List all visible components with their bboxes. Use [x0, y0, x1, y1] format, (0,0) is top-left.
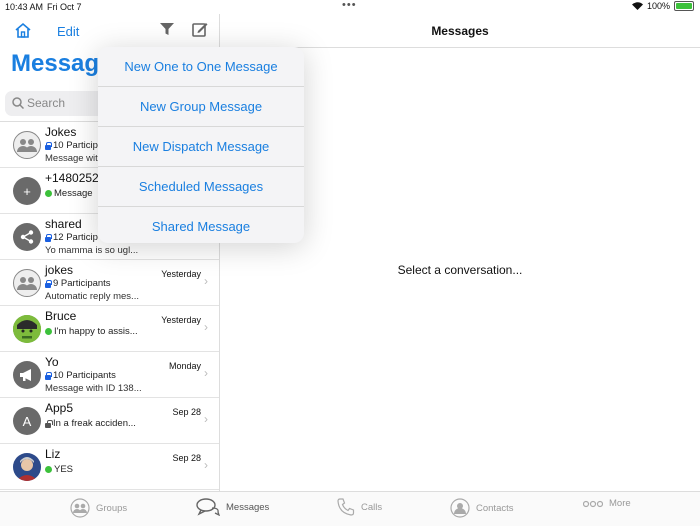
groups-icon	[70, 498, 90, 518]
whatsapp-icon	[45, 466, 52, 473]
chevron-right-icon: ›	[204, 320, 208, 334]
share-avatar-icon	[13, 223, 41, 251]
tab-groups[interactable]: Groups	[70, 498, 127, 518]
conversation-subtitle: I'm happy to assis...	[45, 326, 138, 337]
unlock-icon	[45, 419, 53, 428]
menu-item-new-one-to-one[interactable]: New One to One Message	[98, 47, 304, 87]
conversation-preview: Message with ID 138...	[45, 383, 142, 394]
status-bar: 10:43 AM Fri Oct 7 ••• 100%	[0, 0, 700, 14]
empty-state-text: Select a conversation...	[397, 263, 523, 277]
group-avatar-icon	[13, 131, 41, 159]
letter-avatar: A	[13, 407, 41, 435]
lock-icon	[45, 371, 52, 380]
conversation-subtitle: 10 Participants	[45, 370, 116, 381]
lock-icon	[45, 279, 52, 288]
home-icon[interactable]	[14, 22, 32, 38]
search-icon	[12, 97, 24, 109]
tab-more[interactable]: More	[583, 498, 631, 509]
status-date: Fri Oct 7	[47, 2, 82, 12]
conversation-name: Bruce	[45, 309, 77, 323]
more-icon	[583, 500, 603, 507]
edit-button[interactable]: Edit	[57, 24, 79, 39]
conversation-subtitle: 12 Particip	[45, 232, 98, 243]
phone-icon	[337, 498, 355, 516]
multitask-dots-icon[interactable]: •••	[342, 0, 357, 11]
conversation-row[interactable]: Yo 10 Participants Message with ID 138..…	[0, 352, 219, 398]
compose-icon[interactable]	[192, 22, 208, 38]
conversation-date: Sep 28	[172, 407, 201, 417]
new-message-menu: New One to One Message New Group Message…	[98, 47, 304, 243]
tab-calls[interactable]: Calls	[337, 498, 382, 516]
detail-title: Messages	[431, 24, 489, 38]
conversation-name: +1480252	[45, 171, 99, 185]
conversation-date: Sep 28	[172, 453, 201, 463]
conversation-preview: Yo mamma is so ugl...	[45, 245, 139, 256]
conversation-subtitle: YES	[45, 464, 73, 475]
lock-icon	[45, 233, 52, 242]
conversation-date: Yesterday	[161, 269, 201, 279]
menu-item-new-group[interactable]: New Group Message	[98, 87, 304, 127]
chevron-right-icon: ›	[204, 274, 208, 288]
filter-icon[interactable]	[160, 23, 174, 36]
whatsapp-icon	[45, 190, 52, 197]
conversation-name: App5	[45, 401, 74, 415]
status-right: 100%	[631, 1, 694, 11]
search-placeholder: Search	[27, 96, 66, 110]
chevron-right-icon: ›	[204, 366, 208, 380]
chevron-right-icon: ›	[204, 412, 208, 426]
conversation-subtitle: Message	[45, 188, 93, 199]
wifi-icon	[631, 2, 643, 10]
conversation-date: Yesterday	[161, 315, 201, 325]
conversation-row[interactable]: Bruce I'm happy to assis... Yesterday ›	[0, 306, 219, 352]
conversation-subtitle: In a freak acciden...	[45, 418, 136, 429]
conversation-subtitle: 9 Participants	[45, 278, 111, 289]
status-time: 10:43 AM	[5, 2, 44, 12]
conversation-name: Jokes	[45, 125, 77, 139]
conversation-name: Yo	[45, 355, 59, 369]
chevron-right-icon: ›	[204, 458, 208, 472]
conversation-name: shared	[45, 217, 82, 231]
hulk-avatar	[13, 315, 41, 343]
conversation-preview: Message wit	[45, 153, 98, 164]
conversation-date: Monday	[168, 361, 201, 371]
conversation-subtitle: 10 Particip	[45, 140, 98, 151]
tab-messages[interactable]: Messages	[196, 498, 269, 516]
megaphone-avatar-icon	[13, 361, 41, 389]
menu-item-new-dispatch[interactable]: New Dispatch Message	[98, 127, 304, 167]
tab-bar: Groups Messages Calls Contacts More	[0, 491, 700, 526]
whatsapp-icon	[45, 328, 52, 335]
conversation-name: Liz	[45, 447, 61, 461]
contacts-icon	[450, 498, 470, 518]
conversation-row[interactable]: A App5 In a freak acciden... Sep 28 ›	[0, 398, 219, 444]
conversation-preview: Automatic reply mes...	[45, 291, 139, 302]
conversation-row[interactable]: Liz YES Sep 28 ›	[0, 444, 219, 490]
conversation-row[interactable]: jokes 9 Participants Automatic reply mes…	[0, 260, 219, 306]
plus-avatar-icon: +	[13, 177, 41, 205]
battery-icon	[674, 1, 694, 11]
tab-contacts[interactable]: Contacts	[450, 498, 514, 518]
sidebar-toolbar: Edit	[0, 14, 219, 46]
battery-percent: 100%	[646, 1, 670, 11]
group-avatar-icon	[13, 269, 41, 297]
lock-icon	[45, 141, 52, 150]
messages-icon	[196, 498, 220, 516]
conversation-name: jokes	[45, 263, 74, 277]
menu-item-scheduled[interactable]: Scheduled Messages	[98, 167, 304, 207]
photo-avatar	[13, 453, 41, 481]
menu-item-shared[interactable]: Shared Message	[98, 207, 304, 243]
